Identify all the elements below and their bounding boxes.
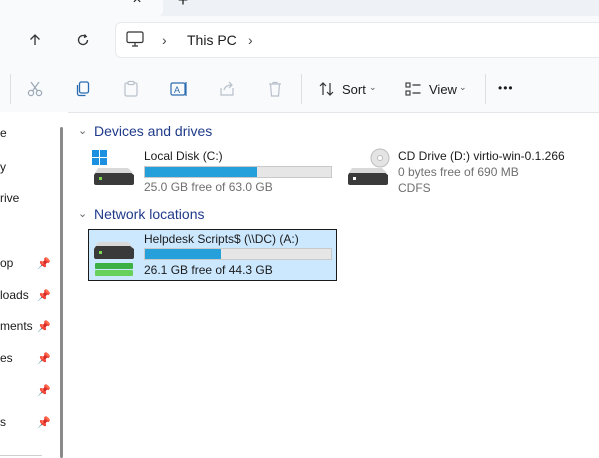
pin-icon: 📌 [37,321,51,333]
sidebar-item[interactable]: s [0,415,6,429]
chevron-down-icon: ⌄ [369,82,377,92]
nav-divider [0,455,42,456]
sidebar-item[interactable]: rive [0,191,19,205]
more-options-button[interactable]: ••• [498,81,514,95]
group-header-devices[interactable]: Devices and drives [94,123,212,139]
drive-c-usage-bar [144,166,332,178]
sort-button[interactable]: Sort [342,82,366,97]
share-icon[interactable] [216,78,238,100]
drive-a-free: 26.1 GB free of 44.3 GB [144,263,273,277]
rename-icon[interactable]: A [168,78,190,100]
drive-a-usage-bar [144,248,332,260]
windows-drive-icon [92,150,138,189]
drive-a-name: Helpdesk Scripts$ (\\DC) (A:) [144,232,299,246]
view-button[interactable]: View [429,82,457,97]
drive-c-name: Local Disk (C:) [144,149,223,163]
navigation-pane [0,112,68,458]
breadcrumb-expand-icon[interactable]: › [248,32,253,48]
delete-icon[interactable] [264,78,286,100]
toolbar-separator [485,74,486,104]
sidebar-item[interactable]: e [0,126,7,140]
chevron-down-icon[interactable]: ⌄ [78,207,87,220]
drive-c-usage-fill [145,167,258,177]
pin-icon: 📌 [37,417,51,429]
paste-icon[interactable] [120,78,142,100]
nav-pane-scrollbar[interactable] [60,127,63,458]
close-icon[interactable]: × [129,0,145,9]
refresh-icon[interactable] [70,27,96,53]
pin-icon: 📌 [37,258,51,270]
pin-icon: 📌 [37,385,51,397]
pin-icon: 📌 [37,353,51,365]
svg-text:A: A [174,85,180,95]
breadcrumb-this-pc[interactable]: This PC [187,32,237,48]
sidebar-item[interactable]: es [0,351,13,365]
copy-icon[interactable] [72,78,94,100]
pin-icon: 📌 [37,290,51,302]
view-icon[interactable] [402,78,424,100]
sidebar-item[interactable]: ments [0,319,33,333]
toolbar-separator [301,74,302,104]
group-header-network[interactable]: Network locations [94,206,205,222]
chevron-down-icon[interactable]: ⌄ [78,124,87,137]
arrow-up-icon[interactable] [22,27,48,53]
drive-c-free: 25.0 GB free of 63.0 GB [144,180,273,194]
chevron-down-icon: ⌄ [459,82,467,92]
drive-a-usage-fill [145,249,222,259]
drive-d-filesystem: CDFS [398,181,431,195]
sidebar-item[interactable]: y [0,160,6,174]
drive-d-name: CD Drive (D:) virtio-win-0.1.266 [398,149,565,163]
breadcrumb-chevron-icon: › [162,32,167,48]
computer-icon [126,31,144,50]
sidebar-item[interactable]: op [0,256,13,270]
toolbar-separator [10,74,11,104]
sidebar-item[interactable]: loads [0,288,29,302]
cd-drive-icon [346,148,392,189]
sort-icon[interactable] [316,78,338,100]
drive-d-free: 0 bytes free of 690 MB [398,165,519,179]
plus-icon[interactable]: + [173,0,193,11]
cut-icon[interactable] [24,78,46,100]
network-drive-icon [92,238,138,281]
